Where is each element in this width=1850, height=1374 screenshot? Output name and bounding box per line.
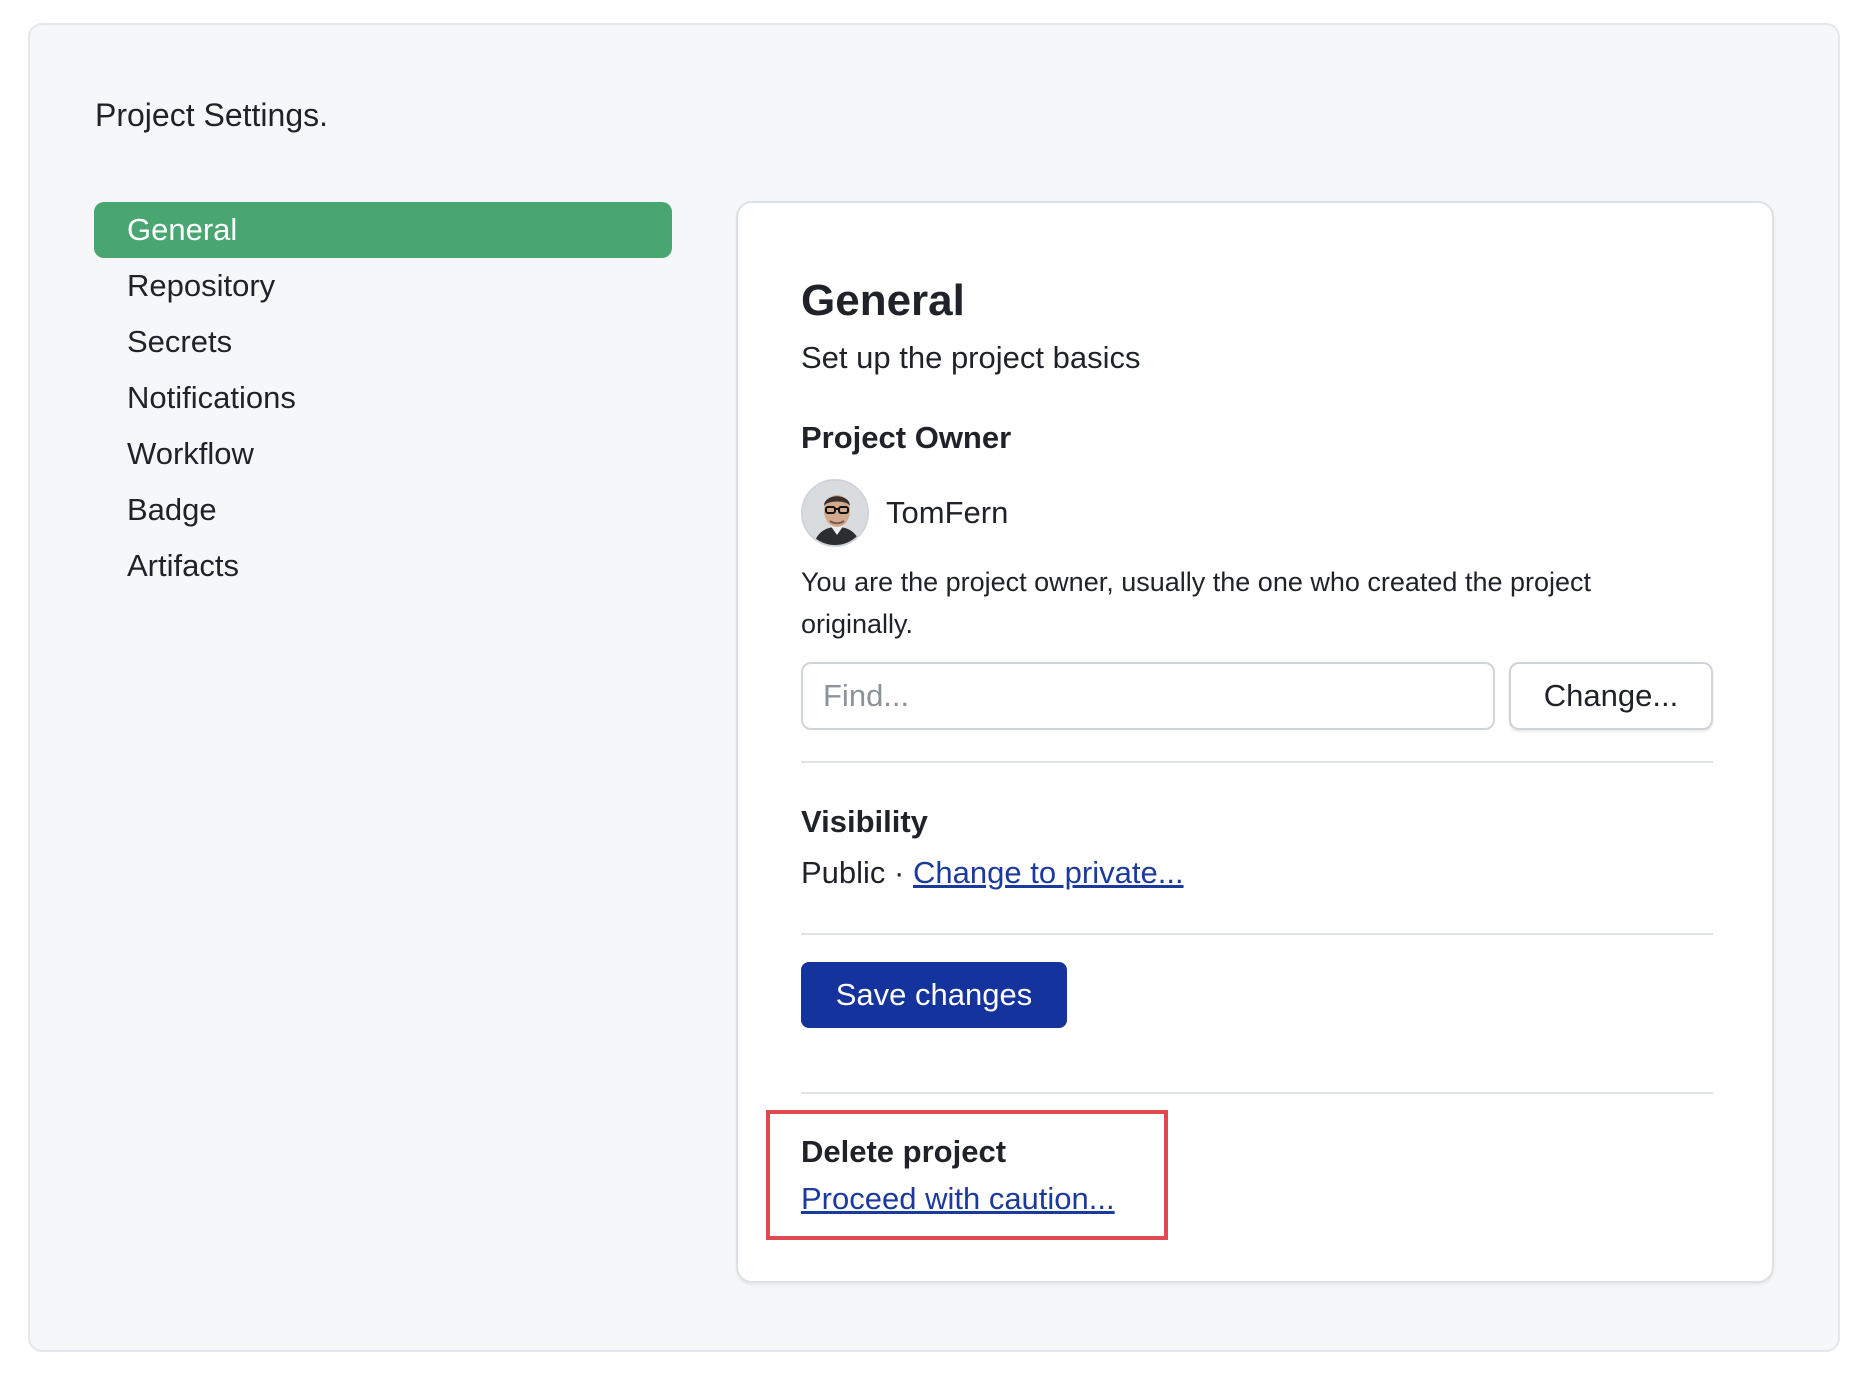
project-owner-heading: Project Owner: [801, 420, 1012, 455]
section-subtitle: Set up the project basics: [801, 340, 1141, 375]
divider: [801, 761, 1713, 763]
visibility-status: Public: [801, 855, 886, 890]
owner-description: You are the project owner, usually the o…: [801, 567, 1592, 639]
section-title: General: [801, 276, 965, 325]
avatar: [801, 479, 869, 547]
change-owner-button[interactable]: Change...: [1509, 662, 1713, 730]
sidebar-item-notifications[interactable]: Notifications: [94, 370, 672, 426]
page-title: Project Settings.: [95, 97, 328, 133]
general-settings-card: General Set up the project basics Projec…: [736, 201, 1774, 1283]
delete-project-highlight: [766, 1110, 1168, 1240]
visibility-separator: ·: [885, 855, 913, 890]
sidebar-item-repository[interactable]: Repository: [94, 258, 672, 314]
owner-search-input[interactable]: [801, 662, 1495, 730]
divider: [801, 933, 1713, 935]
divider: [801, 1092, 1713, 1094]
delete-project-heading: Delete project: [801, 1134, 1007, 1169]
sidebar-item-secrets[interactable]: Secrets: [94, 314, 672, 370]
delete-project-link[interactable]: Proceed with caution...: [801, 1179, 1115, 1219]
change-to-private-link[interactable]: Change to private...: [913, 855, 1184, 890]
visibility-heading: Visibility: [801, 804, 928, 839]
visibility-row: Public · Change to private...: [801, 853, 1184, 893]
user-avatar-icon: [803, 481, 867, 545]
settings-sidebar: General Repository Secrets Notifications…: [94, 202, 672, 594]
save-changes-button[interactable]: Save changes: [801, 962, 1067, 1028]
sidebar-item-badge[interactable]: Badge: [94, 482, 672, 538]
owner-username: TomFern: [886, 495, 1009, 530]
sidebar-item-workflow[interactable]: Workflow: [94, 426, 672, 482]
sidebar-item-artifacts[interactable]: Artifacts: [94, 538, 672, 594]
sidebar-item-general[interactable]: General: [94, 202, 672, 258]
